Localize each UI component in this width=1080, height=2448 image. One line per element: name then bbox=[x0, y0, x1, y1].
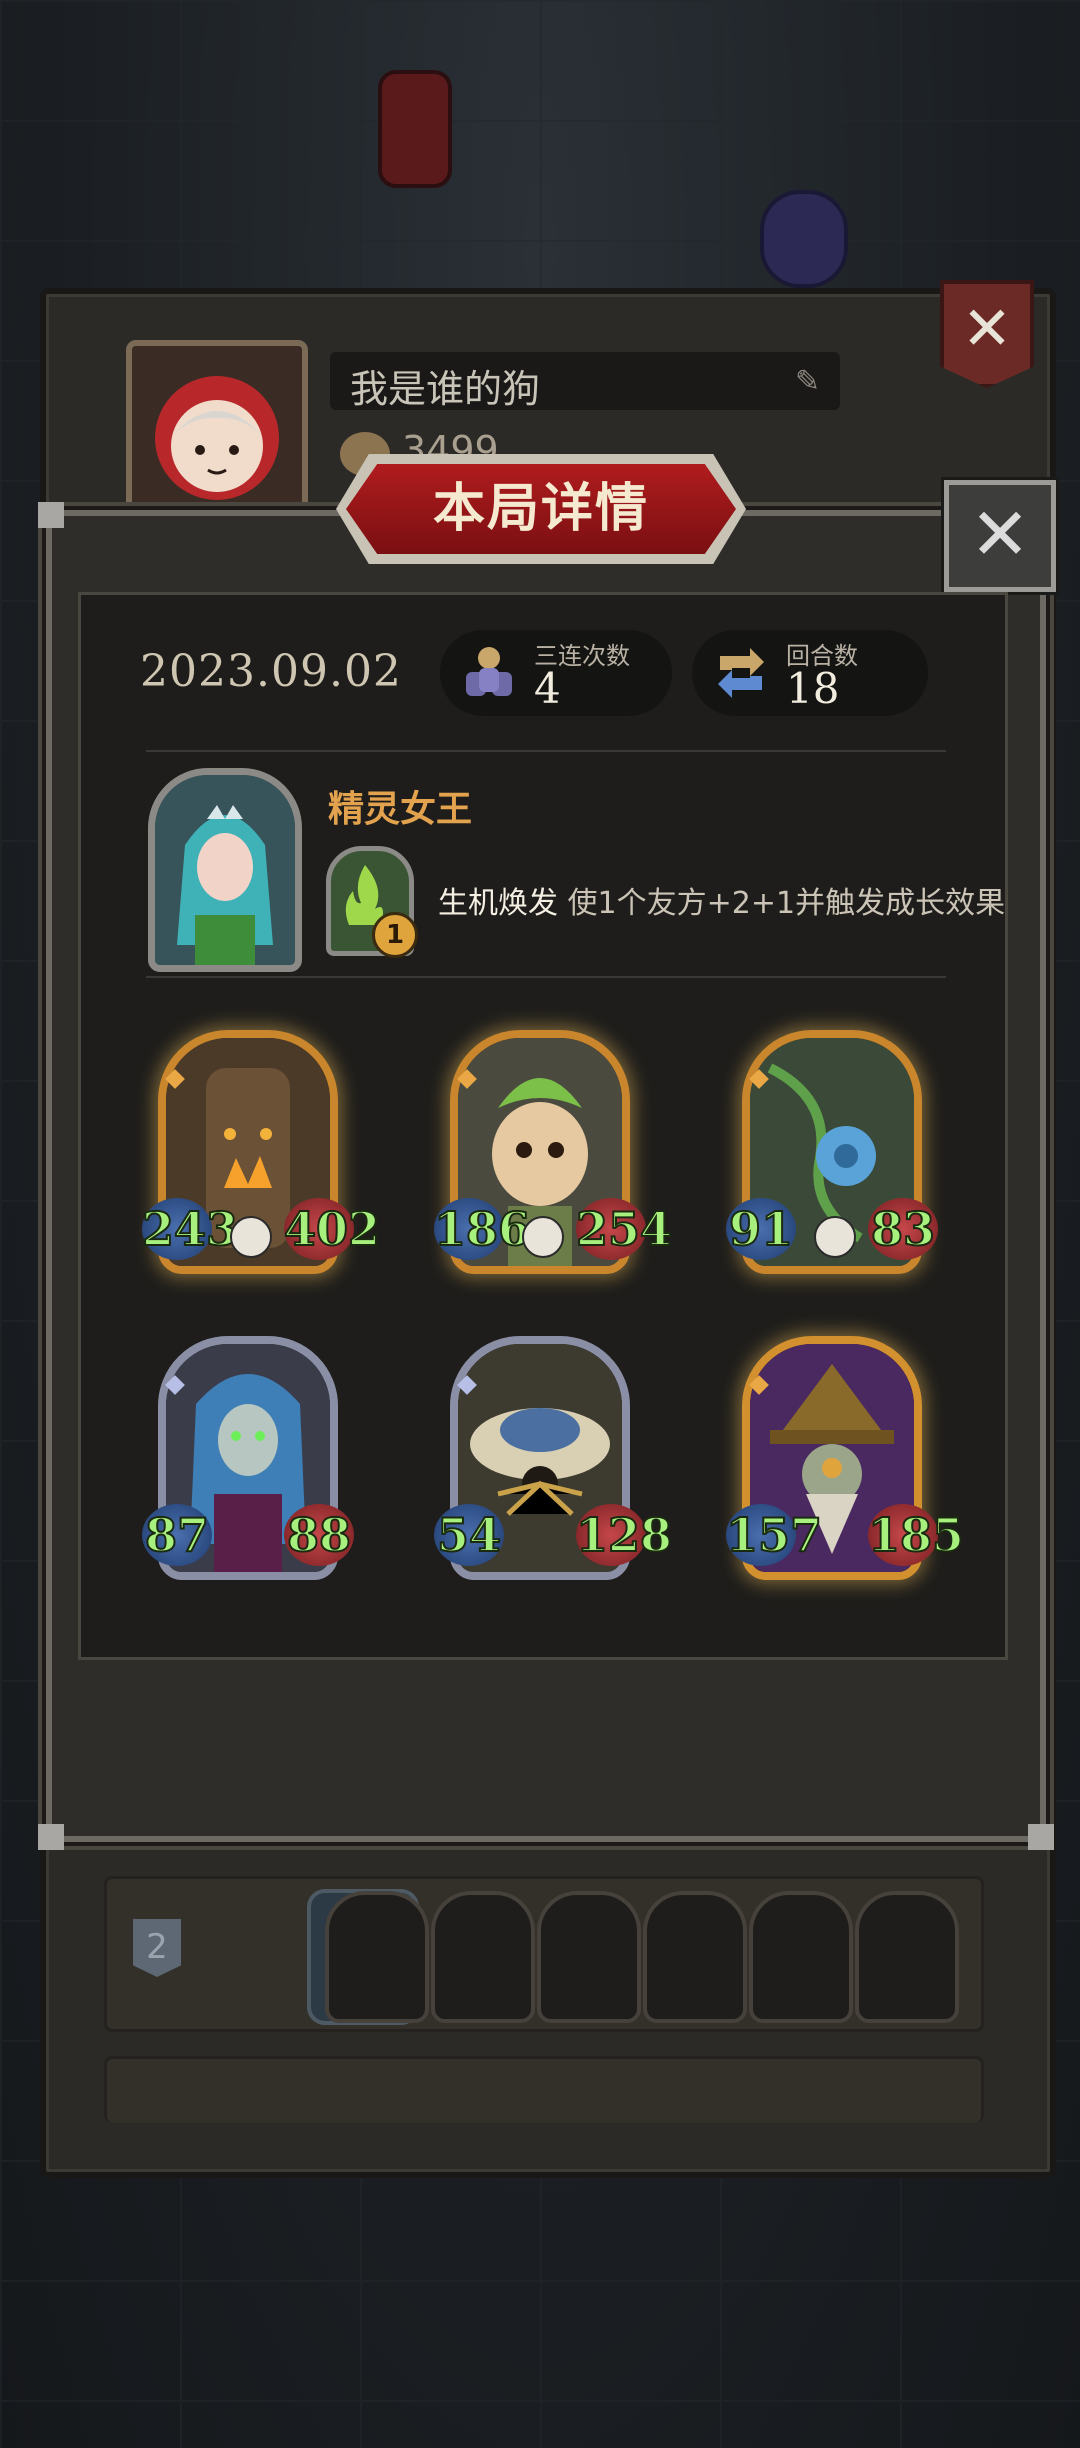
red-hood-girl-avatar-icon bbox=[132, 346, 302, 514]
minion-card[interactable]: 87 88 bbox=[142, 1336, 354, 1580]
rounds-cycle-icon bbox=[718, 648, 764, 698]
mini-minion-card bbox=[537, 1891, 641, 2023]
hero-name: 精灵女王 bbox=[328, 789, 473, 830]
triple-count-stat: 三连次数 4 bbox=[440, 630, 672, 716]
hero-skill-text: 生机焕发 使1个友方+2+1并触发成长效果 bbox=[438, 878, 1005, 922]
minion-card[interactable]: 186 254 bbox=[433, 1030, 673, 1274]
mini-minion-card bbox=[749, 1891, 853, 2023]
minion-card[interactable]: 54 128 bbox=[434, 1336, 673, 1580]
health-value: 185 bbox=[867, 1504, 965, 1566]
skull-icon bbox=[230, 1216, 272, 1258]
modal-corner bbox=[38, 1824, 64, 1850]
attack-value: 87 bbox=[142, 1504, 212, 1566]
history-row[interactable]: 2 bbox=[104, 1876, 984, 2032]
modal-corner bbox=[38, 502, 64, 528]
mini-minion-card bbox=[325, 1891, 429, 2023]
mini-minion-card bbox=[855, 1891, 959, 2023]
rank-badge: 2 bbox=[133, 1919, 181, 1977]
modal-close-button[interactable]: ✕ bbox=[944, 480, 1056, 592]
modal-title-banner: 本局详情 bbox=[336, 454, 746, 564]
close-icon: ✕ bbox=[961, 294, 1013, 364]
stat-value: 18 bbox=[786, 664, 840, 713]
minion-card[interactable]: 243 402 bbox=[141, 1030, 381, 1274]
mini-minion-card bbox=[431, 1891, 535, 2023]
potion-bottle-icon bbox=[760, 190, 848, 288]
divider bbox=[146, 750, 946, 752]
health-value: 402 bbox=[283, 1198, 381, 1260]
skull-icon bbox=[814, 1216, 856, 1258]
health-value: 128 bbox=[575, 1504, 673, 1566]
stat-value: 4 bbox=[534, 664, 561, 713]
round-count-stat: 回合数 18 bbox=[692, 630, 928, 716]
elf-queen-portrait bbox=[155, 775, 295, 965]
player-name-field[interactable]: 我是谁的狗 ✎ bbox=[330, 352, 840, 411]
modal-title: 本局详情 bbox=[432, 479, 649, 539]
modal-corner bbox=[1028, 1824, 1054, 1850]
skull-icon bbox=[522, 1216, 564, 1258]
skill-cost-badge: 1 bbox=[372, 912, 418, 958]
avatar[interactable] bbox=[126, 340, 308, 520]
health-value: 83 bbox=[868, 1198, 938, 1260]
divider bbox=[146, 976, 946, 978]
player-name: 我是谁的狗 bbox=[350, 367, 541, 411]
attack-value: 243 bbox=[141, 1198, 239, 1260]
profile-close-button[interactable]: ✕ bbox=[940, 280, 1034, 388]
health-value: 254 bbox=[575, 1198, 673, 1260]
attack-value: 91 bbox=[726, 1198, 796, 1260]
attack-value: 186 bbox=[433, 1198, 531, 1260]
hanging-lamp-icon bbox=[378, 70, 452, 188]
hero-portrait[interactable] bbox=[148, 768, 302, 972]
triple-stack-icon bbox=[466, 647, 512, 696]
minion-card[interactable]: 157 185 bbox=[725, 1336, 965, 1580]
mini-minion-card bbox=[643, 1891, 747, 2023]
skill-name: 生机焕发 bbox=[438, 886, 558, 921]
attack-value: 157 bbox=[725, 1504, 823, 1566]
match-date: 2023.09.02 bbox=[140, 646, 402, 697]
attack-value: 54 bbox=[434, 1504, 504, 1566]
health-value: 88 bbox=[284, 1504, 354, 1566]
history-row-partial[interactable] bbox=[104, 2056, 984, 2123]
minion-card[interactable]: 91 83 bbox=[726, 1030, 938, 1274]
skill-description: 使1个友方+2+1并触发成长效果 bbox=[567, 886, 1006, 921]
pencil-icon[interactable]: ✎ bbox=[795, 364, 820, 399]
close-icon: ✕ bbox=[969, 492, 1031, 576]
